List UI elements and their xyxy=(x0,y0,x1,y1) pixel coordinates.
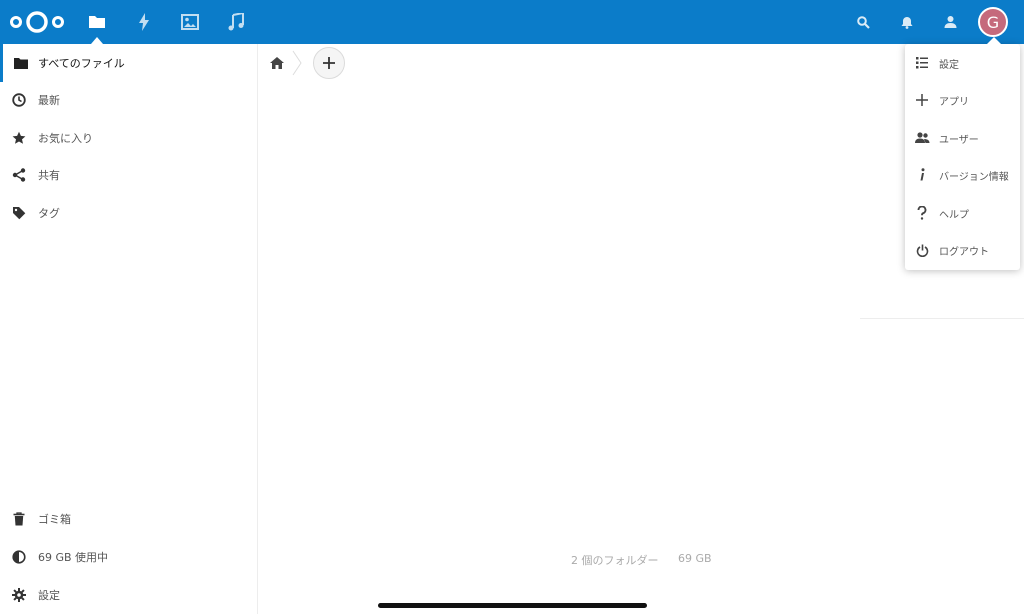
breadcrumb-home[interactable] xyxy=(268,54,286,72)
plus-icon xyxy=(905,81,939,119)
summary-total-size: 69 GB xyxy=(678,552,712,565)
avatar-initial: G xyxy=(986,12,1000,32)
nav-shared[interactable]: 共有 xyxy=(0,156,257,194)
menu-label: バージョン情報 xyxy=(939,171,1009,183)
nav-trash[interactable]: ゴミ箱 xyxy=(0,500,257,538)
music-note-icon xyxy=(228,13,244,31)
app-navigation: すべてのファイル 最新 お気に入り 共有 タグ ゴミ箱 69 GB 使用中 設定 xyxy=(0,44,258,614)
search-button[interactable] xyxy=(853,12,873,32)
nextcloud-logo[interactable] xyxy=(9,9,65,35)
menu-users[interactable]: ユーザー xyxy=(905,119,1020,157)
nav-label: 最新 xyxy=(38,94,60,107)
gear-icon xyxy=(0,576,38,614)
share-icon xyxy=(0,156,38,194)
bell-icon xyxy=(901,16,913,29)
nav-label: 共有 xyxy=(38,169,60,182)
menu-label: ユーザー xyxy=(939,134,979,146)
menu-label: ログアウト xyxy=(939,246,989,258)
divider xyxy=(860,318,1024,319)
power-icon xyxy=(905,231,939,269)
info-icon xyxy=(905,156,939,194)
nav-recent[interactable]: 最新 xyxy=(0,81,257,119)
app-gallery[interactable] xyxy=(177,8,203,36)
menu-logout[interactable]: ログアウト xyxy=(905,231,1020,269)
nav-quota: 69 GB 使用中 xyxy=(0,538,257,576)
user-avatar[interactable]: G xyxy=(978,7,1008,37)
nav-label: ゴミ箱 xyxy=(38,513,71,526)
header-bar: G xyxy=(0,0,1024,44)
nav-label: 69 GB 使用中 xyxy=(38,551,109,564)
nav-favorites[interactable]: お気に入り xyxy=(0,119,257,157)
breadcrumb-separator xyxy=(292,50,302,76)
app-activity[interactable] xyxy=(131,8,157,36)
star-icon xyxy=(0,119,38,157)
folder-icon xyxy=(89,16,105,28)
nav-label: すべてのファイル xyxy=(38,57,125,70)
clock-icon xyxy=(0,81,38,119)
nav-settings[interactable]: 設定 xyxy=(0,576,257,614)
nav-tags[interactable]: タグ xyxy=(0,194,257,232)
settings-list-icon xyxy=(905,44,939,82)
app-files[interactable] xyxy=(84,8,110,36)
contacts-button[interactable] xyxy=(940,12,960,32)
menu-label: ヘルプ xyxy=(939,209,969,221)
nav-label: 設定 xyxy=(38,589,60,602)
menu-label: アプリ xyxy=(939,96,969,108)
notifications-button[interactable] xyxy=(897,12,917,32)
folder-icon xyxy=(3,44,38,82)
menu-caret xyxy=(987,37,1001,44)
home-icon xyxy=(270,57,284,69)
menu-label: 設定 xyxy=(939,59,959,71)
help-icon xyxy=(905,194,939,232)
nav-label: お気に入り xyxy=(38,132,93,145)
new-file-button[interactable] xyxy=(313,47,345,79)
summary-folder-count: 2 個のフォルダー xyxy=(571,554,659,567)
menu-settings[interactable]: 設定 xyxy=(905,44,1020,82)
home-indicator[interactable] xyxy=(378,603,647,608)
menu-about[interactable]: バージョン情報 xyxy=(905,156,1020,194)
search-icon xyxy=(856,15,870,29)
quota-pie-icon xyxy=(0,538,38,576)
menu-apps[interactable]: アプリ xyxy=(905,81,1020,119)
users-icon xyxy=(905,119,939,157)
nav-all-files[interactable]: すべてのファイル xyxy=(0,44,257,82)
menu-help[interactable]: ヘルプ xyxy=(905,194,1020,232)
contacts-icon xyxy=(944,16,956,28)
plus-icon xyxy=(323,57,335,69)
image-icon xyxy=(181,14,199,30)
settings-menu: 設定 アプリ ユーザー バージョン情報 ヘルプ ログアウト xyxy=(905,44,1020,270)
trash-icon xyxy=(0,500,38,538)
lightning-icon xyxy=(139,13,149,31)
active-app-indicator xyxy=(91,37,103,44)
nav-label: タグ xyxy=(38,207,60,220)
app-music[interactable] xyxy=(223,8,249,36)
tag-icon xyxy=(0,194,38,232)
